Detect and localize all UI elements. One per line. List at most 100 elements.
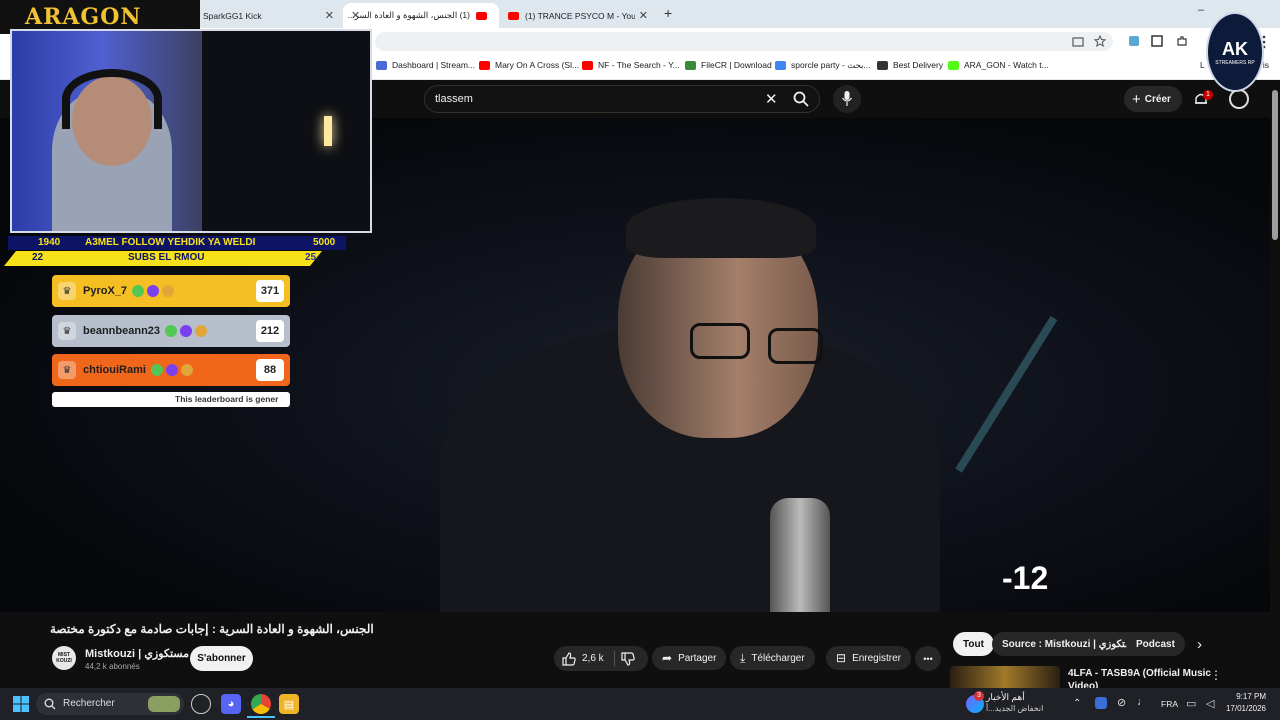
glasses [690,323,750,359]
news-title[interactable]: أهم الأخبار [986,692,1025,703]
bookmark-item[interactable]: FileCR | Download [685,60,772,70]
youtube-favicon-icon [582,60,593,70]
puzzle-extensions-icon[interactable] [1176,35,1188,47]
search-box[interactable]: tlassem ✕ [424,85,820,113]
chrome-icon[interactable] [251,694,271,714]
page-scrollbar[interactable] [1272,90,1278,240]
like-button[interactable]: 2,6 k [554,646,614,671]
save-button[interactable]: ⊟ Enregistrer [826,646,911,670]
leaderboard-row: ♛ beannbeann23 212 [52,315,290,347]
news-subtitle: انخفاض الجديد...أ [986,704,1044,713]
copilot-icon[interactable] [191,694,211,714]
channel-avatar[interactable]: MIST KOUZI [52,646,76,670]
recommended-title[interactable]: 4LFA - TASB9A (Official Music [1068,668,1211,679]
subscribe-button[interactable]: S'abonner [190,646,253,671]
tab-label: SparkGG1 Kick [203,10,262,21]
chevron-right-icon[interactable]: › [1197,636,1202,653]
volume-icon[interactable]: ◁ [1206,697,1214,710]
search-highlight-icon [148,696,180,712]
clock-date[interactable]: 17/01/2026 [1222,704,1266,713]
omnibox[interactable] [375,32,1113,51]
close-tab-icon[interactable]: ✕ [351,9,360,22]
bookmark-item[interactable]: sporcle party - بحث... [775,60,871,71]
tab-label: (1) الجنس، الشهوة و العادة السر... [347,10,470,20]
badge-icon [147,285,160,297]
network-off-icon[interactable]: ⊘ [1117,696,1126,709]
account-avatar[interactable] [1229,89,1249,109]
bookmark-item[interactable]: Mary On A Cross (Sl... [479,60,579,70]
bookmark-item[interactable]: ARA_GON - Watch t... [948,60,1049,70]
sub-goal: 25 [305,252,317,263]
bookmark-label: ARA_GON - Watch t... [964,60,1049,70]
leaderboard-note: This leaderboard is gener [52,392,290,407]
bookmark-item[interactable]: Dashboard | Stream... [376,60,475,70]
download-button[interactable]: ⤓ Télécharger [730,646,815,670]
save-label: Enregistrer [852,652,901,664]
minimize-button[interactable]: – [1198,4,1204,16]
microphone-icon[interactable]: ♩ [1137,696,1148,708]
like-dislike-group: 2,6 k [554,646,648,671]
bookmark-label: FileCR | Download [701,60,772,70]
badge-icon [162,285,175,297]
search-input[interactable]: tlassem [435,93,473,105]
tab-youtube-video[interactable]: (1) الجنس، الشهوة و العادة السر... ✕ [343,3,499,28]
bookmark-item[interactable]: NF - The Search - Y... [582,60,680,70]
app-icon[interactable]: ▤ [279,694,299,714]
logo-text: AK [1222,38,1248,59]
install-app-icon[interactable] [1072,36,1084,48]
bookmark-label: Dashboard | Stream... [392,60,475,70]
youtube-favicon-icon [476,11,487,20]
tray-app-icon[interactable] [1095,697,1107,709]
like-count: 2,6 k [582,653,604,664]
share-button[interactable]: ➦ Partager [652,646,727,670]
leaderboard-name: chtiouiRami [83,364,146,376]
bookmark-star-icon[interactable] [1094,35,1106,47]
create-button[interactable]: + Créer [1124,86,1182,112]
new-tab-button[interactable]: + [664,5,672,21]
bookmark-label: NF - The Search - Y... [598,60,680,70]
search-icon[interactable] [793,91,809,107]
notification-badge: 1 [1203,90,1213,100]
close-tab-icon[interactable]: ✕ [639,9,648,22]
video-menu-icon[interactable]: ⋮ [1210,668,1222,682]
voice-search-button[interactable] [833,85,861,113]
more-actions-button[interactable]: ••• [915,646,941,671]
windows-start-icon[interactable] [12,695,30,713]
clock-time[interactable]: 9:17 PM [1226,692,1266,701]
bookmark-label: Mary On A Cross (Sl... [495,60,580,70]
follow-count: 1940 [38,237,61,248]
bookmark-item[interactable]: Best Delivery [877,60,943,70]
microphone [770,498,830,612]
badge-icon [180,364,193,376]
channel-name[interactable]: Mistkouzi | مستكوزي [85,647,189,660]
tab-trance-psyco[interactable]: (1) TRANCE PSYCO M - YouTube ✕ [502,3,656,28]
chip-podcast[interactable]: Podcast [1126,632,1185,656]
discord-icon[interactable]: ◕ [221,694,241,714]
thumbs-down-icon[interactable] [621,652,635,666]
chevron-up-icon[interactable]: ⌃ [1073,698,1081,709]
input-language[interactable]: FRA [1161,699,1178,709]
bookmark-favicon-icon [376,60,387,70]
taskbar-search[interactable]: Rechercher [36,693,184,715]
taskbar-search-label: Rechercher [63,698,115,709]
tab-sparkgg1[interactable]: SparkGG1 Kick ✕ [180,3,342,28]
chip-all[interactable]: Tout [953,632,994,656]
leaderboard-row: ♛ chtiouiRami 88 [52,354,290,386]
logo-sub: STREAMERS RP [1215,59,1255,66]
follow-goal: 5000 [313,237,336,248]
close-tab-icon[interactable]: ✕ [325,9,334,22]
glasses [768,328,823,364]
youtube-favicon-icon [479,60,490,70]
video-thumbnail[interactable] [950,666,1060,688]
follow-goal-bar: 1940 A3MEL FOLLOW YEHDIK YA WELDI 5000 [8,236,346,250]
mic-stand-arm [955,315,1058,473]
share-label: Partager [678,652,717,664]
google-favicon-icon [775,61,786,70]
bookmark-overflow[interactable]: L [1200,60,1205,70]
crown-icon: ♛ [58,361,76,379]
extension-icon[interactable] [1128,35,1140,47]
extension-icon[interactable] [1151,35,1163,47]
clear-search-icon[interactable]: ✕ [765,90,778,108]
display-icon[interactable]: ▭ [1186,697,1196,710]
ak-streamers-logo: AK STREAMERS RP [1206,12,1264,92]
